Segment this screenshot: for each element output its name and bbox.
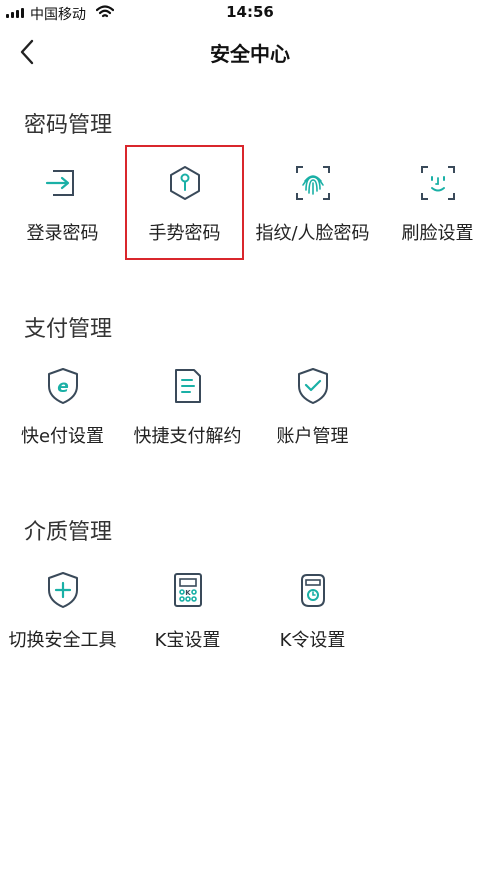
shield-check-icon (297, 368, 328, 404)
e-pay-settings-item[interactable]: e 快e付设置 (0, 348, 125, 458)
fingerprint-face-password-item[interactable]: 指纹/人脸密码 (250, 145, 375, 255)
quick-pay-cancel-label: 快捷支付解约 (133, 426, 242, 447)
k-bao-settings-item[interactable]: K K宝设置 (125, 552, 250, 662)
face-scan-icon (420, 166, 455, 200)
login-arrow-icon (45, 170, 74, 196)
k-ling-settings-item[interactable]: K令设置 (250, 552, 375, 662)
section-title-password: 密码管理 (24, 113, 113, 138)
fingerprint-face-password-label: 指纹/人脸密码 (255, 223, 370, 244)
k-bao-settings-label: K宝设置 (154, 630, 221, 651)
fingerprint-icon (295, 166, 330, 200)
document-icon (174, 369, 201, 403)
svg-text:e: e (57, 377, 69, 397)
nav-bar: 安全中心 (0, 26, 500, 78)
page-title: 安全中心 (210, 42, 290, 66)
status-time: 14:56 (226, 3, 274, 21)
section-title-payment: 支付管理 (24, 317, 113, 342)
login-password-item[interactable]: 登录密码 (0, 145, 125, 255)
account-management-item[interactable]: 账户管理 (250, 348, 375, 458)
switch-security-tool-item[interactable]: 切换安全工具 (0, 552, 125, 662)
shield-plus-icon (47, 572, 78, 608)
quick-pay-cancel-item[interactable]: 快捷支付解约 (125, 348, 250, 458)
k-bao-device-icon: K (173, 573, 202, 607)
svg-text:K: K (185, 589, 191, 597)
k-ling-device-icon (300, 574, 325, 607)
face-scan-settings-label: 刷脸设置 (401, 223, 474, 244)
face-scan-settings-item[interactable]: 刷脸设置 (375, 145, 500, 255)
gesture-hexagon-icon (169, 166, 200, 200)
account-management-label: 账户管理 (276, 426, 349, 447)
section-title-media: 介质管理 (24, 520, 113, 545)
k-ling-settings-label: K令设置 (279, 630, 346, 651)
gesture-password-item[interactable]: 手势密码 (125, 145, 244, 260)
gesture-password-label: 手势密码 (148, 223, 221, 244)
e-pay-shield-icon: e (47, 368, 78, 404)
status-bar: 中国移动 14:56 (0, 0, 500, 26)
